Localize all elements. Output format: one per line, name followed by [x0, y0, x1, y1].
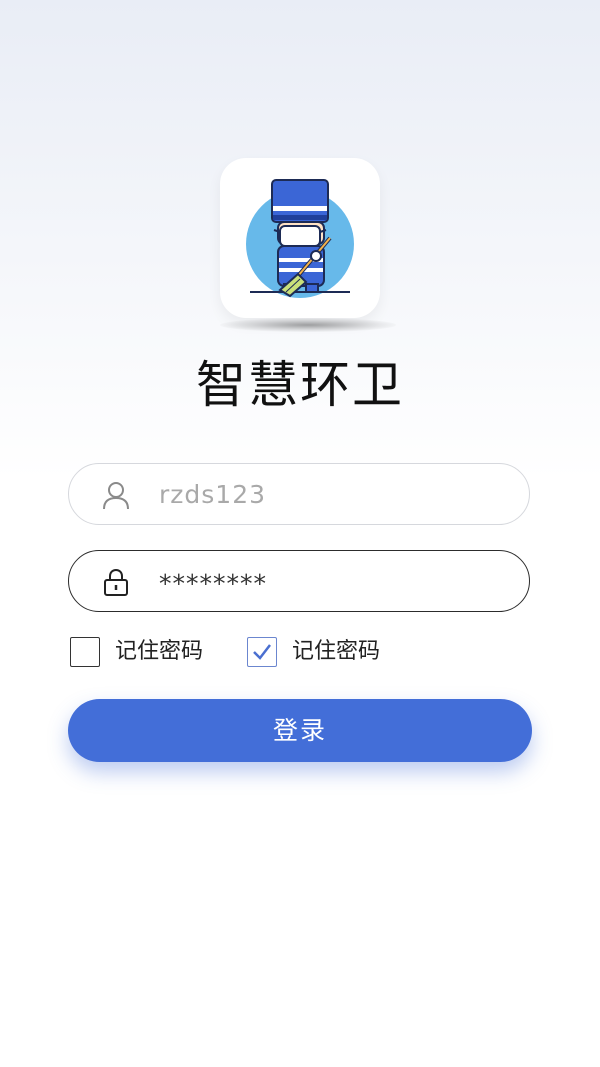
- lock-icon: [101, 567, 131, 597]
- app-logo: [220, 158, 396, 332]
- checkbox-unchecked[interactable]: [70, 637, 100, 667]
- username-field[interactable]: rzds123: [68, 463, 530, 525]
- app-logo-tile: [220, 158, 380, 318]
- sanitation-worker-icon: [246, 179, 354, 298]
- user-icon: [101, 480, 131, 510]
- remember-options: 记住密码 记住密码: [70, 637, 540, 667]
- username-value: rzds123: [159, 480, 267, 509]
- app-title: 智慧环卫: [196, 356, 404, 414]
- login-button[interactable]: 登录: [68, 699, 532, 762]
- checkbox-checked[interactable]: [247, 637, 277, 667]
- password-field[interactable]: ********: [68, 550, 530, 612]
- checkmark-icon: [253, 644, 271, 660]
- remember-password-label: 记住密码: [292, 639, 381, 664]
- password-value: ********: [159, 569, 267, 598]
- remember-password-label: 记住密码: [115, 639, 204, 664]
- app-logo-shadow: [220, 318, 396, 332]
